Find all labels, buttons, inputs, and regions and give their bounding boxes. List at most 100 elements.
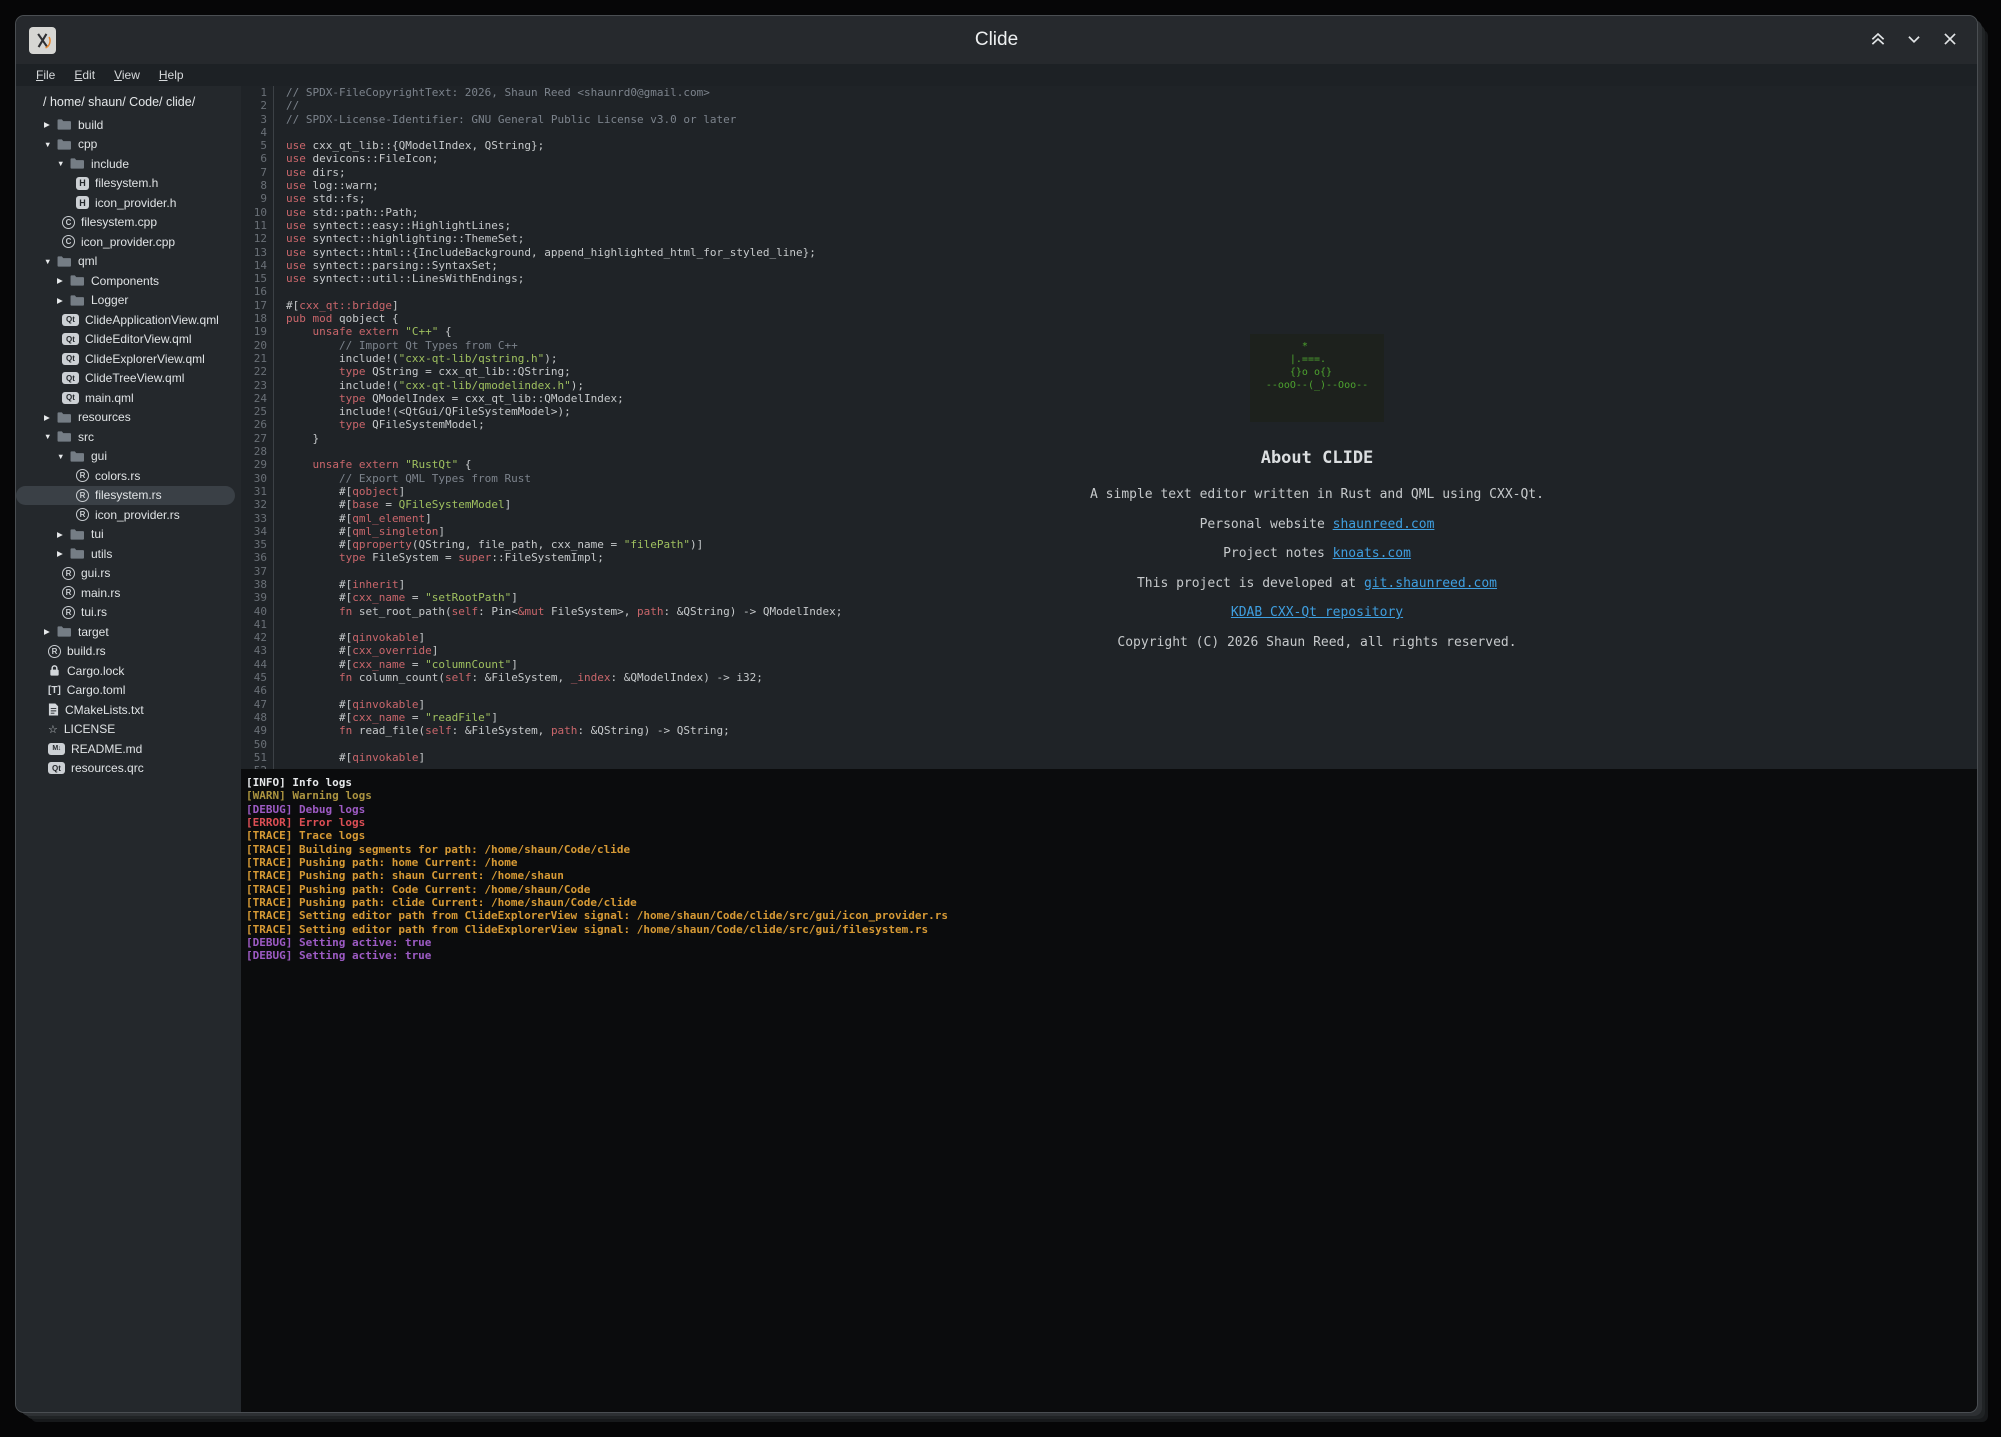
chevron-collapsed-icon[interactable]: ▶: [44, 120, 57, 129]
qt-file-icon: Qt: [62, 333, 79, 345]
line-number: 51: [241, 751, 267, 764]
log-line-trace: [TRACE] Pushing path: shaun Current: /ho…: [246, 869, 1977, 882]
file-tree: ▶build▼cpp▼includeHfilesystem.hHicon_pro…: [16, 115, 241, 778]
folder-icon: [57, 118, 72, 131]
code-text: #[qml_element]: [286, 512, 432, 525]
tree-item[interactable]: ▶resources: [16, 408, 235, 428]
tree-item[interactable]: [T]Cargo.toml: [16, 681, 235, 701]
tree-item[interactable]: QtClideEditorView.qml: [16, 330, 235, 350]
tree-item-label: Cargo.toml: [67, 683, 126, 697]
line-number: 1: [241, 86, 267, 99]
rust-file-icon: R: [76, 469, 89, 482]
about-link[interactable]: git.shaunreed.com: [1364, 576, 1497, 591]
tree-item-label: filesystem.cpp: [81, 215, 157, 229]
tree-item[interactable]: Qtresources.qrc: [16, 759, 235, 779]
titlebar[interactable]: Clide: [16, 16, 1977, 64]
chevron-collapsed-icon[interactable]: ▶: [57, 530, 70, 539]
tree-item-label: colors.rs: [95, 469, 140, 483]
chevron-collapsed-icon[interactable]: ▶: [44, 627, 57, 636]
chevron-expanded-icon[interactable]: ▼: [44, 140, 57, 149]
tree-item[interactable]: Hicon_provider.h: [16, 193, 235, 213]
tree-item[interactable]: QtClideTreeView.qml: [16, 369, 235, 389]
menu-edit[interactable]: Edit: [68, 67, 101, 83]
tree-item[interactable]: Cfilesystem.cpp: [16, 213, 235, 233]
chevron-expanded-icon[interactable]: ▼: [57, 452, 70, 461]
menu-view[interactable]: View: [108, 67, 146, 83]
tree-item[interactable]: Rmain.rs: [16, 583, 235, 603]
tree-item[interactable]: ☆LICENSE: [16, 720, 235, 740]
tree-item[interactable]: ▶utils: [16, 544, 235, 564]
tree-item[interactable]: ▼src: [16, 427, 235, 447]
tree-item-label: tui.rs: [81, 605, 107, 619]
minimize-button[interactable]: [1903, 28, 1925, 53]
tree-item[interactable]: Ricon_provider.rs: [16, 505, 235, 525]
code-line: 51 #[qinvokable]: [241, 751, 1977, 764]
about-link[interactable]: KDAB CXX-Qt repository: [1231, 605, 1403, 620]
tree-item[interactable]: ▶Components: [16, 271, 235, 291]
qt-file-icon: Qt: [62, 314, 79, 326]
tree-item[interactable]: Rgui.rs: [16, 564, 235, 584]
tree-item[interactable]: QtClideApplicationView.qml: [16, 310, 235, 330]
close-button[interactable]: [1939, 28, 1961, 53]
code-text: use dirs;: [286, 166, 346, 179]
code-line: 47 #[qinvokable]: [241, 698, 1977, 711]
line-number: 13: [241, 246, 267, 259]
folder-icon: [70, 274, 85, 287]
tree-item[interactable]: Cicon_provider.cpp: [16, 232, 235, 252]
code-text: #[cxx_name = "setRootPath"]: [286, 591, 518, 604]
line-number: 6: [241, 152, 267, 165]
chevron-collapsed-icon[interactable]: ▶: [57, 549, 70, 558]
log-panel[interactable]: [INFO] Info logs[WARN] Warning logs[DEBU…: [241, 769, 1977, 1413]
chevron-expanded-icon[interactable]: ▼: [44, 432, 57, 441]
chevron-expanded-icon[interactable]: ▼: [44, 257, 57, 266]
tree-item[interactable]: Rtui.rs: [16, 603, 235, 623]
tree-item[interactable]: ▶tui: [16, 525, 235, 545]
shade-button[interactable]: [1867, 28, 1889, 53]
tree-item[interactable]: Rbuild.rs: [16, 642, 235, 662]
chevron-expanded-icon[interactable]: ▼: [57, 159, 70, 168]
code-text: fn set_root_path(self: Pin<&mut FileSyst…: [286, 605, 842, 618]
tree-item[interactable]: M↓README.md: [16, 739, 235, 759]
about-link[interactable]: shaunreed.com: [1333, 517, 1435, 532]
tree-item[interactable]: ▼qml: [16, 252, 235, 272]
tree-item[interactable]: Cargo.lock: [16, 661, 235, 681]
tree-item[interactable]: CMakeLists.txt: [16, 700, 235, 720]
tree-item[interactable]: Rfilesystem.rs: [16, 486, 235, 506]
tree-item[interactable]: Hfilesystem.h: [16, 174, 235, 194]
line-number: 30: [241, 472, 267, 485]
code-line: 48 #[cxx_name = "readFile"]: [241, 711, 1977, 724]
tree-item[interactable]: ▼cpp: [16, 135, 235, 155]
tree-item[interactable]: ▶build: [16, 115, 235, 135]
about-line: Copyright (C) 2026 Shaun Reed, all right…: [1017, 628, 1617, 658]
log-line-trace: [TRACE] Pushing path: Code Current: /hom…: [246, 883, 1977, 896]
about-text: Project notes: [1223, 546, 1333, 561]
tree-item[interactable]: Rcolors.rs: [16, 466, 235, 486]
menu-file[interactable]: File: [30, 67, 61, 83]
chevron-collapsed-icon[interactable]: ▶: [57, 276, 70, 285]
tree-item[interactable]: QtClideExplorerView.qml: [16, 349, 235, 369]
menu-help[interactable]: Help: [153, 67, 190, 83]
tree-item-label: build.rs: [67, 644, 106, 658]
code-text: unsafe extern "C++" {: [286, 325, 452, 338]
file-explorer[interactable]: / home/ shaun/ Code/ clide/ ▶build▼cpp▼i…: [16, 86, 241, 1413]
line-number: 48: [241, 711, 267, 724]
code-text: #[qml_singleton]: [286, 525, 445, 538]
about-link[interactable]: knoats.com: [1333, 546, 1411, 561]
code-text: use syntect::util::LinesWithEndings;: [286, 272, 524, 285]
code-editor[interactable]: 1// SPDX-FileCopyrightText: 2026, Shaun …: [241, 86, 1977, 769]
tree-item-label: ClideTreeView.qml: [85, 371, 184, 385]
about-line: This project is developed at git.shaunre…: [1017, 569, 1617, 599]
about-panel: * |.===. {}o o{} --ooO--(_)--Ooo-- About…: [1017, 334, 1617, 657]
tree-item[interactable]: ▶Logger: [16, 291, 235, 311]
tree-item[interactable]: Qtmain.qml: [16, 388, 235, 408]
code-text: // Import Qt Types from C++: [286, 339, 518, 352]
window-title: Clide: [16, 29, 1977, 51]
line-number: 8: [241, 179, 267, 192]
tree-item[interactable]: ▶target: [16, 622, 235, 642]
chevron-collapsed-icon[interactable]: ▶: [44, 413, 57, 422]
chevron-collapsed-icon[interactable]: ▶: [57, 296, 70, 305]
tree-item[interactable]: ▼gui: [16, 447, 235, 467]
tree-item[interactable]: ▼include: [16, 154, 235, 174]
line-number: 40: [241, 605, 267, 618]
code-line: 12use syntect::highlighting::ThemeSet;: [241, 232, 1977, 245]
